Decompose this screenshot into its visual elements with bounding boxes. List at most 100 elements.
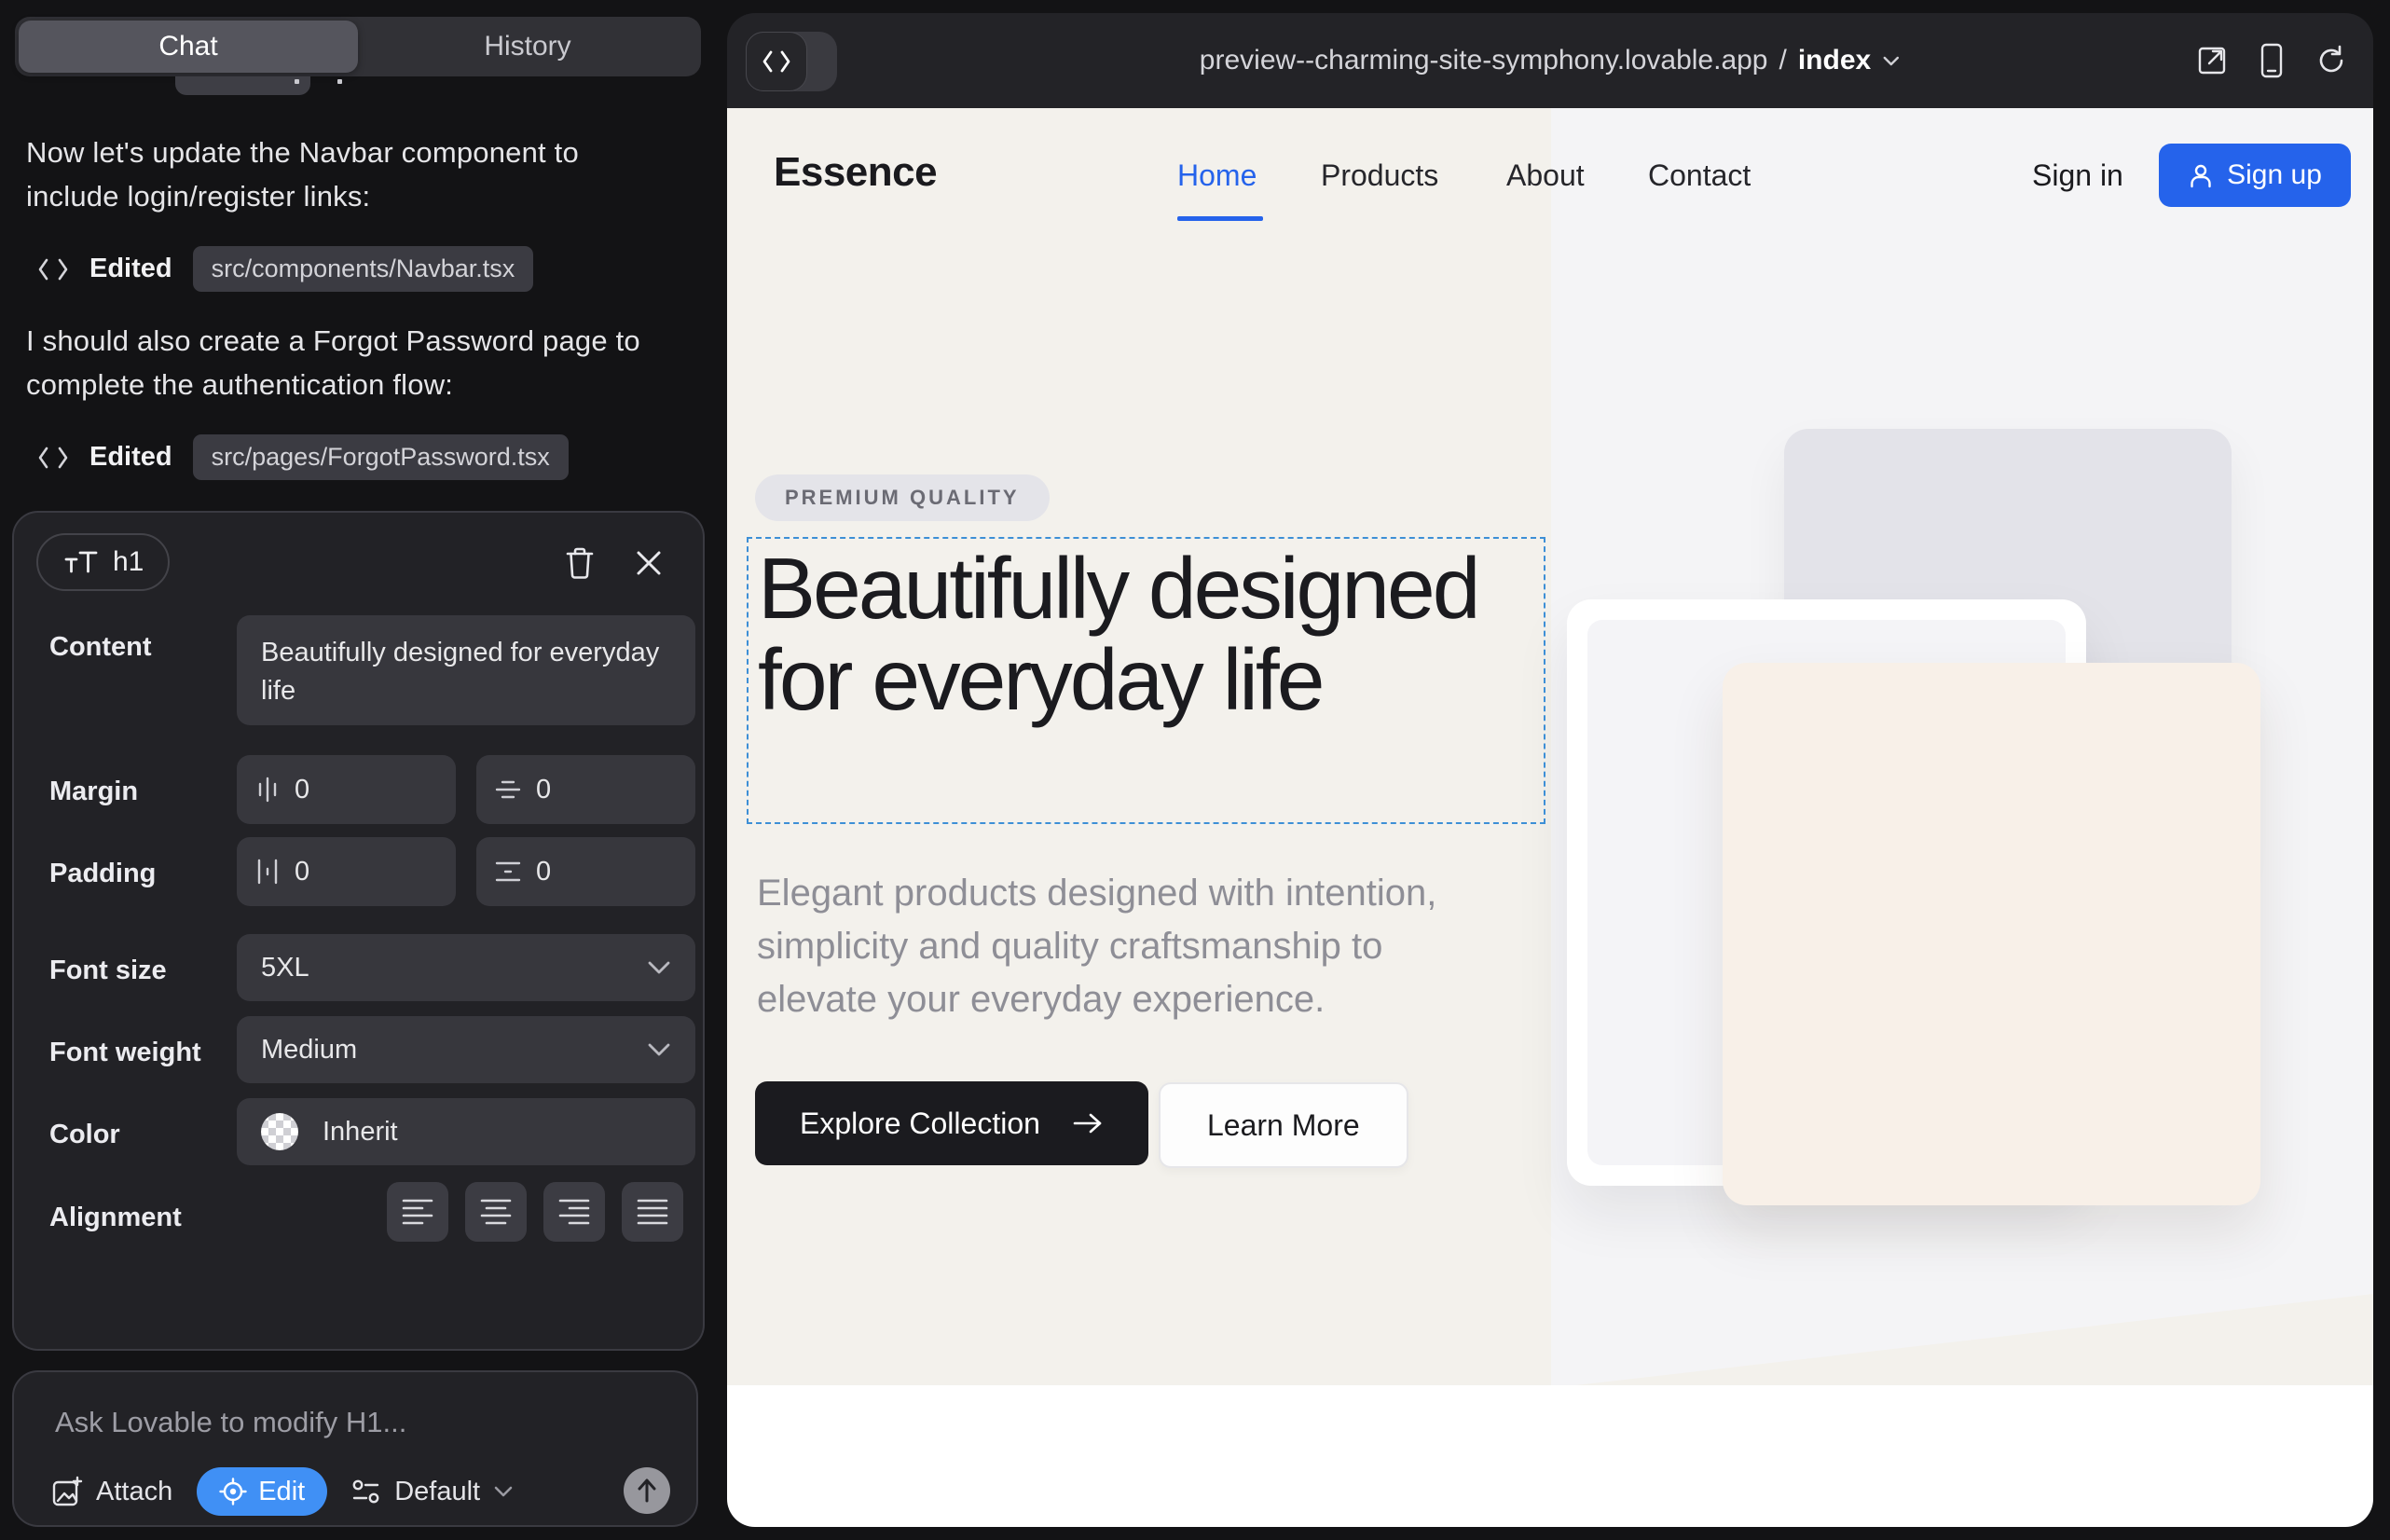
refresh-icon[interactable] [2315,45,2347,76]
edit-label: Edit [258,1477,305,1507]
browser-actions [2196,13,2347,108]
padding-x-value: 0 [295,857,309,887]
padding-y-input[interactable]: 0 [476,837,695,906]
attach-image-icon [51,1476,83,1507]
chat-composer: Attach Edit Default [12,1370,698,1527]
chat-message: Now let's update the Navbar component to… [26,131,679,218]
default-label: Default [394,1477,480,1507]
align-right-button[interactable] [543,1182,605,1242]
site-canvas: Essence Home Products About Contact Sign… [727,108,2373,1527]
learn-more-button[interactable]: Learn More [1159,1082,1408,1168]
margin-y-input[interactable]: 0 [476,755,695,824]
chat-input[interactable] [55,1406,652,1439]
align-justify-button[interactable] [622,1182,683,1242]
padding-vertical-icon [495,859,521,884]
open-external-icon[interactable] [2196,45,2228,76]
attach-button[interactable]: Attach [51,1476,172,1507]
url-bar[interactable]: preview--charming-site-symphony.lovable.… [1200,13,1901,108]
typography-icon [62,550,98,574]
user-icon [2188,162,2214,188]
margin-x-input[interactable]: 0 [237,755,456,824]
nav-link-contact[interactable]: Contact [1648,158,1751,193]
font-weight-select[interactable]: Medium [237,1016,695,1083]
content-label: Content [49,632,152,663]
margin-horizontal-icon [255,777,280,803]
color-select[interactable]: Inherit [237,1098,695,1165]
hero-heading[interactable]: Beautifully designed for everyday life [758,543,1532,725]
edited-file-chip[interactable]: src/pages/ForgotPassword.tsx [193,434,569,480]
default-mode-button[interactable]: Default [351,1477,514,1507]
scrolled-badge-fragment [175,76,310,95]
close-icon[interactable] [628,543,669,584]
font-size-label: Font size [49,956,167,986]
code-icon [37,257,69,282]
nav-link-about[interactable]: About [1506,158,1585,193]
sliders-icon [351,1478,381,1506]
arrow-right-icon [1072,1111,1104,1135]
browser-bar: preview--charming-site-symphony.lovable.… [727,13,2373,108]
align-center-button[interactable] [465,1182,527,1242]
explore-collection-button[interactable]: Explore Collection [755,1081,1148,1165]
hero-description: Elegant products designed with intention… [757,867,1503,1026]
code-icon [37,446,69,470]
nav-link-home[interactable]: Home [1177,158,1257,193]
chevron-down-icon [647,1042,671,1057]
app-root: Chat History Now let's update the Navbar… [0,0,2390,1540]
edited-file-row: Edited src/components/Navbar.tsx [37,246,533,292]
chat-history-tabs: Chat History [15,17,701,76]
sign-up-label: Sign up [2227,159,2322,191]
transparent-swatch-icon [261,1113,298,1150]
font-weight-value: Medium [261,1035,357,1066]
send-button[interactable] [624,1467,670,1514]
code-icon[interactable] [746,32,807,91]
margin-vertical-icon [495,777,521,802]
url-separator: / [1779,45,1787,76]
code-view-toggle[interactable] [746,32,837,91]
active-nav-underline [1177,216,1263,221]
composer-toolbar: Attach Edit Default [51,1465,670,1518]
padding-label: Padding [49,859,156,889]
padding-x-input[interactable]: 0 [237,837,456,906]
margin-y-value: 0 [536,775,551,805]
chat-panel: Chat History Now let's update the Navbar… [0,0,714,1540]
element-editor-panel: h1 Content Beautifully designed for ever… [12,511,705,1351]
color-label: Color [49,1120,120,1150]
hero-section: Essence Home Products About Contact Sign… [727,108,2373,1385]
edited-label: Edited [89,442,172,473]
element-tag-label: h1 [113,546,144,578]
delete-element-button[interactable] [559,543,600,584]
chevron-down-icon [493,1485,514,1498]
explore-label: Explore Collection [800,1107,1040,1141]
chat-message: I should also create a Forgot Password p… [26,319,679,406]
url-path: index [1798,45,1871,76]
font-size-select[interactable]: 5XL [237,934,695,1001]
selected-element-tag: h1 [36,533,170,591]
target-icon [219,1478,247,1506]
tab-history[interactable]: History [358,21,697,73]
margin-label: Margin [49,777,138,807]
tab-chat[interactable]: Chat [19,21,358,73]
nav-link-products[interactable]: Products [1321,158,1438,193]
attach-label: Attach [96,1477,172,1507]
align-left-button[interactable] [387,1182,448,1242]
preview-window: preview--charming-site-symphony.lovable.… [727,13,2373,1527]
font-weight-label: Font weight [49,1038,201,1068]
site-navbar: Essence Home Products About Contact Sign… [727,108,2373,257]
edited-file-chip[interactable]: src/components/Navbar.tsx [193,246,534,292]
mobile-preview-icon[interactable] [2260,43,2284,78]
premium-quality-badge: PREMIUM QUALITY [755,474,1050,521]
url-host: preview--charming-site-symphony.lovable.… [1200,45,1768,76]
edited-file-row: Edited src/pages/ForgotPassword.tsx [37,434,569,480]
alignment-label: Alignment [49,1203,182,1233]
chevron-down-icon [647,960,671,975]
edit-mode-button[interactable]: Edit [197,1467,327,1516]
content-input[interactable]: Beautifully designed for everyday life [237,615,695,725]
sign-up-button[interactable]: Sign up [2159,144,2351,207]
color-value: Inherit [323,1117,398,1148]
chevron-down-icon [1882,55,1901,67]
sign-in-link[interactable]: Sign in [2032,158,2123,193]
margin-x-value: 0 [295,775,309,805]
site-logo[interactable]: Essence [774,149,937,196]
padding-horizontal-icon [255,859,280,885]
edited-label: Edited [89,254,172,284]
